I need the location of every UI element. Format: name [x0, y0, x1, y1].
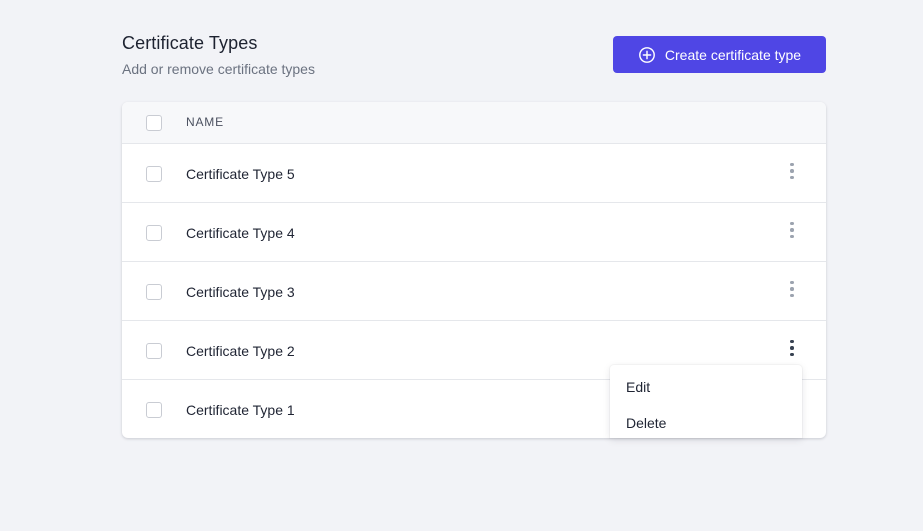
row-checkbox[interactable] — [146, 402, 162, 418]
certificate-types-page: Certificate Types Add or remove certific… — [0, 0, 923, 531]
page-subtitle: Add or remove certificate types — [122, 61, 315, 77]
menu-item-edit[interactable]: Edit — [626, 379, 650, 395]
row-name: Certificate Type 2 — [186, 343, 295, 359]
menu-item-delete[interactable]: Delete — [626, 415, 666, 431]
row-checkbox[interactable] — [146, 343, 162, 359]
row-name: Certificate Type 4 — [186, 225, 295, 241]
row-name: Certificate Type 3 — [186, 284, 295, 300]
page-header: Certificate Types Add or remove certific… — [122, 30, 826, 90]
select-all-checkbox[interactable] — [146, 115, 162, 131]
row-checkbox[interactable] — [146, 284, 162, 300]
more-vertical-icon[interactable] — [784, 161, 800, 181]
more-vertical-icon[interactable] — [784, 220, 800, 240]
create-certificate-type-button[interactable]: Create certificate type — [613, 36, 826, 73]
table-row: Certificate Type 3 — [122, 262, 826, 321]
row-name: Certificate Type 5 — [186, 166, 295, 182]
plus-circle-icon — [638, 46, 655, 63]
row-actions-menu: Edit Delete — [610, 365, 802, 438]
table-row: Certificate Type 5 — [122, 144, 826, 203]
table-row: Certificate Type 4 — [122, 203, 826, 262]
create-button-label: Create certificate type — [664, 46, 802, 63]
more-vertical-icon[interactable] — [784, 279, 800, 299]
row-checkbox[interactable] — [146, 166, 162, 182]
page-title: Certificate Types — [122, 33, 258, 53]
row-checkbox[interactable] — [146, 225, 162, 241]
table-header: NAME — [122, 102, 826, 144]
column-header-name: NAME — [186, 115, 224, 129]
more-vertical-icon[interactable] — [784, 338, 800, 358]
row-name: Certificate Type 1 — [186, 402, 295, 418]
